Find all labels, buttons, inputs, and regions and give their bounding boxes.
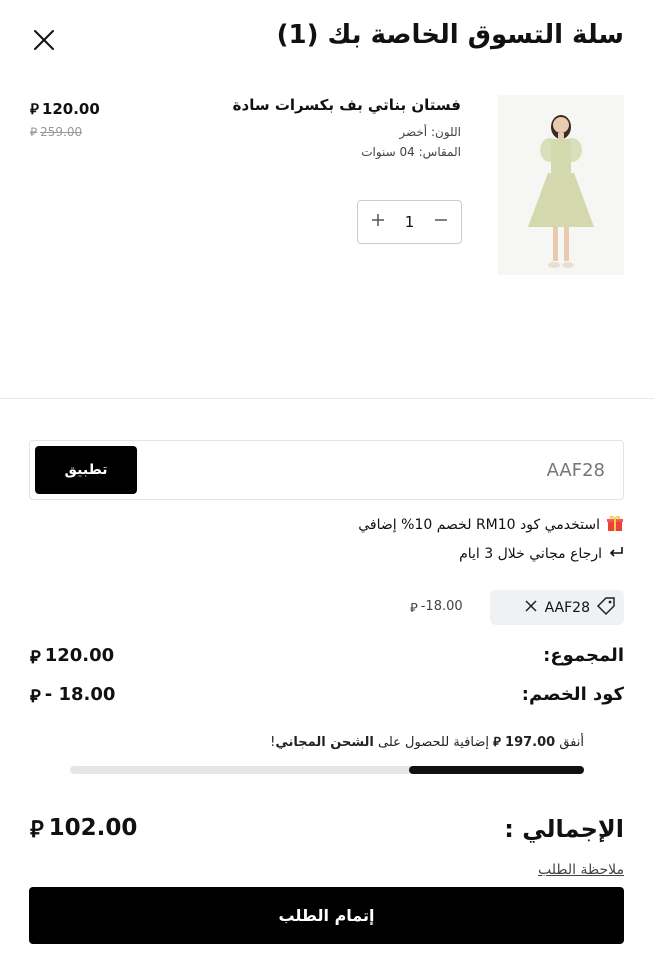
subtotal-amount: 120.00 xyxy=(44,645,115,666)
remove-coupon-icon[interactable] xyxy=(523,598,539,618)
applied-coupon-discount: ⃁ -18.00 xyxy=(410,599,463,616)
product-old-price: ⃁ 259.00 xyxy=(30,125,82,140)
size-label: المقاس: xyxy=(418,145,461,159)
return-text: ارجاع مجاني خلال 3 ايام xyxy=(459,546,602,562)
quantity-stepper: 1 xyxy=(357,200,462,244)
subtotal-label: المجموع: xyxy=(543,645,624,666)
close-icon[interactable] xyxy=(32,28,56,52)
tag-icon xyxy=(596,596,616,620)
plus-icon[interactable] xyxy=(368,212,388,232)
product-size: المقاس: 04 سنوات xyxy=(361,145,461,159)
minus-icon[interactable] xyxy=(431,212,451,232)
applied-coupon-code: AAF28 xyxy=(544,599,590,616)
riyal-icon: ⃁ xyxy=(30,125,38,139)
free-shipping-text: أنفق 197.00 ⃁ إضافية للحصول على الشحن ال… xyxy=(270,735,584,750)
free-shipping-progress xyxy=(70,766,584,774)
divider xyxy=(0,398,654,399)
discount-value: ⃁ - 18.00 xyxy=(30,684,115,707)
product-price: ⃁ 120.00 xyxy=(30,100,100,119)
size-value: 04 سنوات xyxy=(361,145,415,159)
coupon-field: AAF28 تطبيق xyxy=(29,440,624,500)
total-value: ⃁ 102.00 xyxy=(30,815,137,844)
riyal-icon: ⃁ xyxy=(30,686,41,707)
applied-discount-value: -18.00 xyxy=(420,599,463,614)
apply-button[interactable]: تطبيق xyxy=(35,446,137,494)
coupon-input[interactable]: AAF28 xyxy=(547,460,605,481)
quantity-value[interactable]: 1 xyxy=(405,213,415,231)
product-name[interactable]: فستان بناتي بف بكسرات سادة xyxy=(233,96,461,114)
riyal-icon: ⃁ xyxy=(30,817,44,843)
subtotal-value: ⃁ 120.00 xyxy=(30,645,114,668)
total-amount: 102.00 xyxy=(48,815,138,841)
order-note-link[interactable]: ملاحظة الطلب xyxy=(538,862,624,878)
return-icon xyxy=(608,544,624,564)
product-color: اللون: أخضر xyxy=(399,125,461,139)
discount-label: كود الخصم: xyxy=(521,684,624,705)
offer-line: استخدمي كود RM10 لخصم 10% إضافي xyxy=(358,514,624,536)
checkout-button[interactable]: إتمام الطلب xyxy=(29,887,624,944)
gift-icon xyxy=(606,514,624,536)
riyal-icon: ⃁ xyxy=(30,100,39,118)
color-value: أخضر xyxy=(399,125,428,139)
cart-title: سلة التسوق الخاصة بك (1) xyxy=(276,20,624,50)
old-price-value: 259.00 xyxy=(40,125,83,139)
riyal-icon: ⃁ xyxy=(30,647,41,668)
applied-coupon-chip: AAF28 xyxy=(490,590,624,625)
shipping-amount: 197.00 xyxy=(505,735,556,750)
color-label: اللون: xyxy=(430,125,461,139)
riyal-icon: ⃁ xyxy=(410,601,418,616)
total-label: الإجمالي : xyxy=(504,815,624,843)
offer-text: استخدمي كود RM10 لخصم 10% إضافي xyxy=(358,517,600,533)
return-line: ارجاع مجاني خلال 3 ايام xyxy=(459,544,624,564)
free-shipping-progress-fill xyxy=(409,766,584,774)
product-image[interactable] xyxy=(498,95,624,275)
riyal-icon: ⃁ xyxy=(493,735,501,750)
price-value: 120.00 xyxy=(41,100,100,118)
discount-amount: - 18.00 xyxy=(44,684,116,705)
